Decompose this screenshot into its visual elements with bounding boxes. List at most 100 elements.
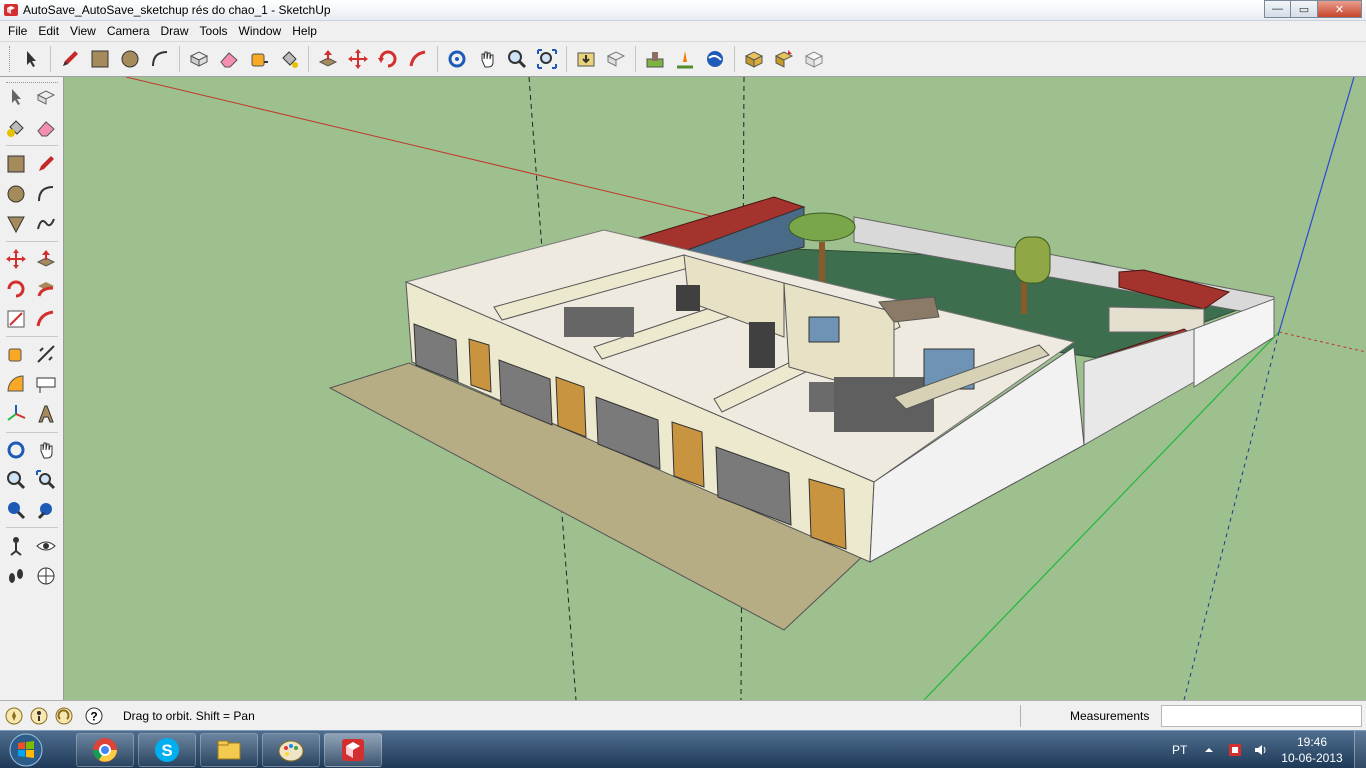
show-desktop-button[interactable] — [1354, 731, 1366, 768]
start-button[interactable] — [4, 732, 48, 768]
zoom-window-button[interactable] — [32, 466, 60, 494]
dimension-tool-button[interactable] — [32, 340, 60, 368]
components-get-button[interactable] — [739, 44, 769, 74]
zoom-tool-button[interactable] — [502, 44, 532, 74]
menu-window[interactable]: Window — [235, 21, 289, 41]
pan-tool-button[interactable] — [472, 44, 502, 74]
windows-logo-icon — [9, 733, 43, 767]
follow-me-button[interactable] — [403, 44, 433, 74]
pergola-bench — [1108, 306, 1205, 333]
share-model-button[interactable] — [601, 44, 631, 74]
pencil-tool-button[interactable] — [55, 44, 85, 74]
zoom-extents-button[interactable] — [532, 44, 562, 74]
instructor-button[interactable]: ? — [83, 705, 105, 727]
section-plane-button[interactable] — [32, 562, 60, 590]
make-component-button[interactable] — [32, 83, 60, 111]
user-status[interactable] — [53, 705, 75, 727]
previous-view-button[interactable] — [2, 496, 30, 524]
close-button[interactable]: ✕ — [1318, 0, 1362, 18]
language-indicator[interactable]: PT — [1172, 743, 1192, 757]
orbit-icon — [448, 50, 466, 68]
look-around-button[interactable] — [32, 532, 60, 560]
taskbar-chrome[interactable] — [76, 733, 134, 767]
menu-tools[interactable]: Tools — [196, 21, 235, 41]
3d-text-tool-button[interactable] — [32, 400, 60, 428]
credits-status[interactable] — [28, 705, 50, 727]
tape-measure-button[interactable] — [244, 44, 274, 74]
rotate-tool-button[interactable] — [2, 275, 30, 303]
tree-canopy — [788, 212, 856, 242]
tape-measure-button[interactable] — [2, 340, 30, 368]
volume-control[interactable] — [1252, 741, 1270, 759]
orbit-tool-button[interactable] — [442, 44, 472, 74]
move-tool-button[interactable] — [2, 245, 30, 273]
make-component-icon — [36, 90, 56, 105]
polygon-tool-button[interactable] — [2, 210, 30, 238]
taskbar-sketchup[interactable] — [324, 733, 382, 767]
eraser-tool-button[interactable] — [32, 114, 60, 142]
arc-tool-button[interactable] — [32, 180, 60, 208]
circle-tool-button[interactable] — [2, 180, 30, 208]
google-earth-icon — [707, 51, 723, 67]
previous-view-icon — [8, 502, 26, 520]
taskbar-paint[interactable] — [262, 733, 320, 767]
extension-warehouse-button[interactable] — [799, 44, 829, 74]
scale-tool-button[interactable] — [2, 305, 30, 333]
make-component-button[interactable] — [184, 44, 214, 74]
pencil-tool-button[interactable] — [32, 150, 60, 178]
protractor-tool-button[interactable] — [2, 370, 30, 398]
orbit-tool-button[interactable] — [2, 436, 30, 464]
axes-tool-button[interactable] — [2, 400, 30, 428]
offset-tool-button[interactable] — [32, 305, 60, 333]
geo-location-status[interactable] — [3, 705, 25, 727]
push-pull-button[interactable] — [313, 44, 343, 74]
extension-warehouse-icon — [804, 51, 824, 68]
menu-help[interactable]: Help — [288, 21, 324, 41]
status-divider — [1020, 705, 1021, 727]
tray-app-status[interactable] — [1226, 741, 1244, 759]
position-camera-button[interactable] — [2, 532, 30, 560]
google-earth-button[interactable] — [700, 44, 730, 74]
arc-tool-button[interactable] — [145, 44, 175, 74]
taskbar-skype[interactable]: S — [138, 733, 196, 767]
text-tool-button[interactable] — [32, 370, 60, 398]
select-tool-button[interactable] — [2, 83, 30, 111]
menu-edit[interactable]: Edit — [34, 21, 66, 41]
toolbar-separator — [308, 46, 309, 72]
paint-bucket-button[interactable] — [2, 114, 30, 142]
maximize-button[interactable]: ▭ — [1291, 0, 1318, 18]
window-controls: — ▭ ✕ — [1264, 0, 1362, 18]
menu-camera[interactable]: Camera — [103, 21, 157, 41]
measurements-input[interactable] — [1161, 705, 1362, 727]
menu-draw[interactable]: Draw — [157, 21, 196, 41]
model-viewport[interactable] — [64, 77, 1366, 700]
clock[interactable]: 19:46 10-06-2013 — [1280, 734, 1344, 766]
minimize-button[interactable]: — — [1264, 0, 1291, 18]
circle-tool-button[interactable] — [115, 44, 145, 74]
rectangle-tool-button[interactable] — [85, 44, 115, 74]
zoom-tool-button[interactable] — [2, 466, 30, 494]
menu-view[interactable]: View — [66, 21, 103, 41]
paint-bucket-button[interactable] — [274, 44, 304, 74]
eraser-tool-button[interactable] — [214, 44, 244, 74]
taskbar-explorer[interactable] — [200, 733, 258, 767]
follow-me-button[interactable] — [32, 275, 60, 303]
rectangle-tool-button[interactable] — [2, 150, 30, 178]
add-location-button[interactable] — [640, 44, 670, 74]
get-models-button[interactable] — [571, 44, 601, 74]
push-pull-button[interactable] — [32, 245, 60, 273]
rectangle-icon — [91, 50, 109, 68]
polygon-icon — [7, 216, 25, 234]
toggle-terrain-button[interactable] — [670, 44, 700, 74]
walk-tool-button[interactable] — [2, 562, 30, 590]
pan-tool-button[interactable] — [32, 436, 60, 464]
components-share-button[interactable] — [769, 44, 799, 74]
menu-file[interactable]: File — [4, 21, 34, 41]
toolbar-grip[interactable] — [9, 46, 13, 72]
show-hidden-icons[interactable] — [1200, 741, 1218, 759]
freehand-tool-button[interactable] — [32, 210, 60, 238]
rotate-tool-button[interactable] — [373, 44, 403, 74]
move-tool-button[interactable] — [343, 44, 373, 74]
select-tool-button[interactable] — [16, 44, 46, 74]
zoom-extents-button[interactable] — [32, 496, 60, 524]
